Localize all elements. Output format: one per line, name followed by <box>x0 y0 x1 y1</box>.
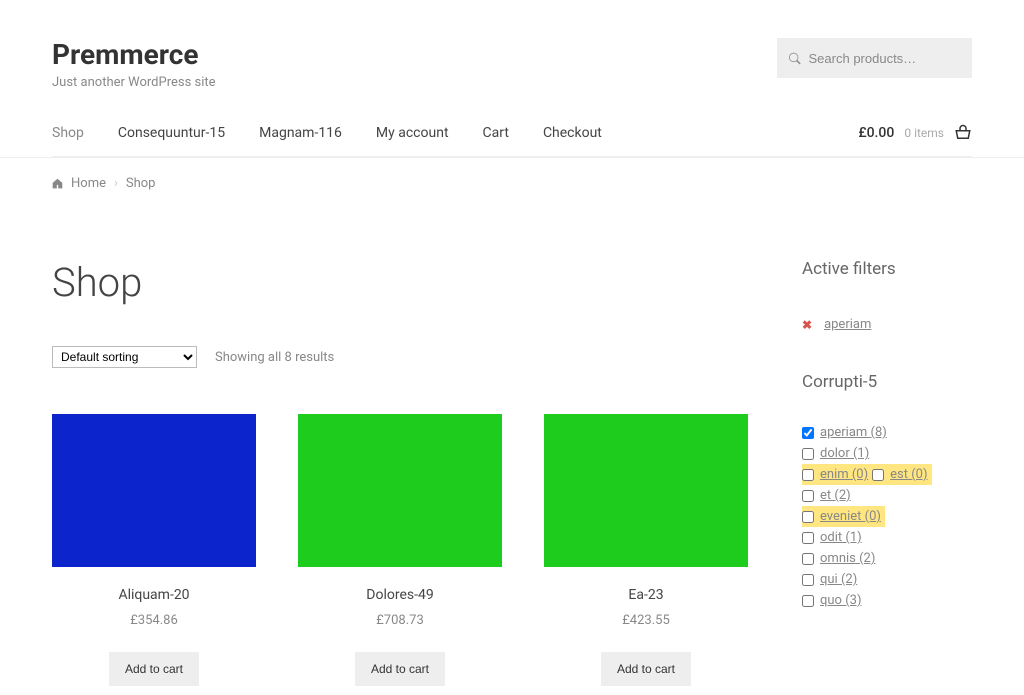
brand-tagline: Just another WordPress site <box>52 75 216 90</box>
filter-list: aperiam (8) dolor (1) enim (0) est (0) e… <box>802 422 972 611</box>
product-name[interactable]: Aliquam-20 <box>52 587 256 603</box>
nav-item-magnam[interactable]: Magnam-116 <box>259 125 342 141</box>
product-image[interactable] <box>544 414 748 567</box>
active-filter-item: ✖ aperiam <box>802 317 972 332</box>
add-to-cart-button[interactable]: Add to cart <box>601 652 691 686</box>
filter-item: quo (3) <box>802 590 972 611</box>
nav-item-cart[interactable]: Cart <box>483 125 509 141</box>
filter-label[interactable]: aperiam (8) <box>820 425 887 440</box>
product-image[interactable] <box>298 414 502 567</box>
filter-checkbox[interactable] <box>802 469 814 481</box>
filter-checkbox[interactable] <box>802 595 814 607</box>
nav-item-checkout[interactable]: Checkout <box>543 125 602 141</box>
breadcrumb-current: Shop <box>126 176 156 191</box>
nav-item-shop[interactable]: Shop <box>52 125 84 141</box>
brand-title[interactable]: Premmerce <box>52 38 216 71</box>
filter-label[interactable]: dolor (1) <box>820 446 869 461</box>
remove-filter-icon[interactable]: ✖ <box>802 318 812 332</box>
filter-item: est (0) <box>872 464 931 485</box>
sort-select[interactable]: Default sorting <box>52 346 197 368</box>
filter-checkbox[interactable] <box>802 448 814 460</box>
product-name[interactable]: Dolores-49 <box>298 587 502 603</box>
filter-item: enim (0) <box>802 464 872 485</box>
filter-label[interactable]: enim (0) <box>820 467 868 482</box>
filter-label[interactable]: omnis (2) <box>820 551 875 566</box>
filter-item: et (2) <box>802 485 972 506</box>
filter-label[interactable]: et (2) <box>820 488 851 503</box>
cart-items-count: 0 items <box>904 126 944 140</box>
breadcrumb: Home › Shop <box>52 158 972 209</box>
filter-item: eveniet (0) <box>802 506 885 527</box>
add-to-cart-button[interactable]: Add to cart <box>355 652 445 686</box>
filter-checkbox[interactable] <box>872 469 884 481</box>
product-grid: Aliquam-20 £354.86 Add to cart Dolores-49 £7… <box>52 414 752 686</box>
filter-label[interactable]: qui (2) <box>820 572 857 587</box>
nav-item-account[interactable]: My account <box>376 125 449 141</box>
filter-checkbox[interactable] <box>802 532 814 544</box>
search-input[interactable] <box>809 51 960 66</box>
filter-item: aperiam (8) <box>802 422 972 443</box>
product-card: Aliquam-20 £354.86 Add to cart <box>52 414 256 686</box>
filter-item: omnis (2) <box>802 548 972 569</box>
cart-price: £0.00 <box>858 125 894 141</box>
brand-block: Premmerce Just another WordPress site <box>52 38 216 90</box>
add-to-cart-button[interactable]: Add to cart <box>109 652 199 686</box>
filter-checkbox[interactable] <box>802 490 814 502</box>
product-price: £708.73 <box>298 613 502 628</box>
product-price: £354.86 <box>52 613 256 628</box>
filter-label[interactable]: est (0) <box>890 467 927 482</box>
active-filter-link[interactable]: aperiam <box>824 317 871 332</box>
filter-checkbox[interactable] <box>802 553 814 565</box>
result-count: Showing all 8 results <box>215 350 334 365</box>
filter-item: dolor (1) <box>802 443 972 464</box>
product-price: £423.55 <box>544 613 748 628</box>
nav-menu: Shop Consequuntur-15 Magnam-116 My accou… <box>52 125 602 141</box>
breadcrumb-separator: › <box>114 176 118 191</box>
search-box[interactable] <box>777 38 972 78</box>
filter-item: odit (1) <box>802 527 972 548</box>
breadcrumb-home[interactable]: Home <box>71 176 106 191</box>
cart-block[interactable]: £0.00 0 items <box>858 124 972 142</box>
product-card: Ea-23 £423.55 Add to cart <box>544 414 748 686</box>
home-icon <box>52 178 63 189</box>
product-name[interactable]: Ea-23 <box>544 587 748 603</box>
filter-checkbox[interactable] <box>802 574 814 586</box>
product-card: Dolores-49 £708.73 Add to cart <box>298 414 502 686</box>
filter-item: qui (2) <box>802 569 972 590</box>
filter-label[interactable]: odit (1) <box>820 530 862 545</box>
nav-item-consequuntur[interactable]: Consequuntur-15 <box>118 125 225 141</box>
filter-label[interactable]: eveniet (0) <box>820 509 881 524</box>
active-filters-title: Active filters <box>802 259 972 279</box>
filter-checkbox[interactable] <box>802 427 814 439</box>
basket-icon <box>954 124 972 142</box>
filter-checkbox[interactable] <box>802 511 814 523</box>
product-image[interactable] <box>52 414 256 567</box>
filter-label[interactable]: quo (3) <box>820 593 861 608</box>
search-icon <box>789 52 801 65</box>
filter-group-title: Corrupti-5 <box>802 372 972 392</box>
page-title: Shop <box>52 259 752 306</box>
